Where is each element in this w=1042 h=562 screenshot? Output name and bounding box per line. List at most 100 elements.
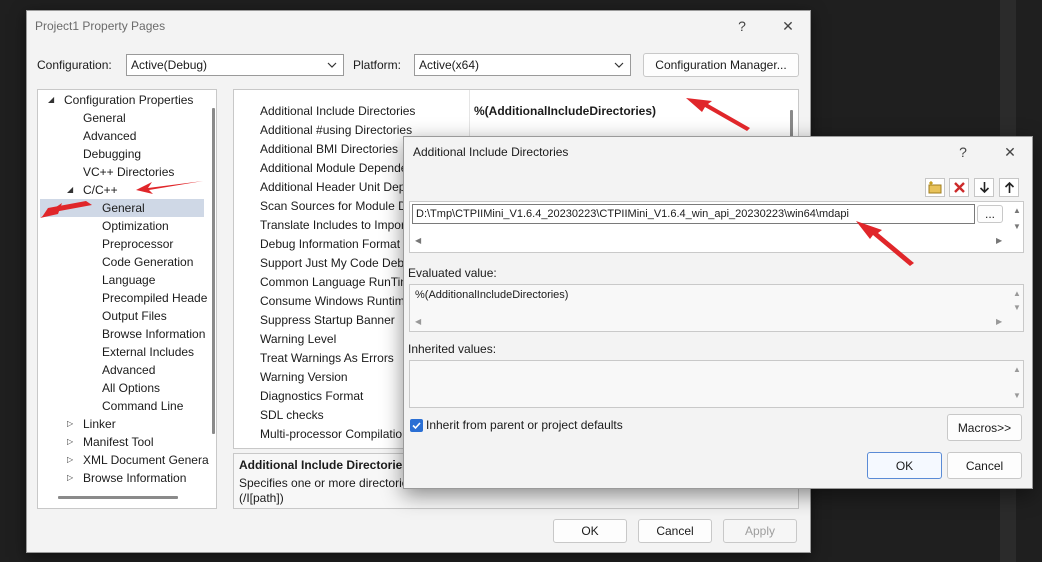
property-name: Scan Sources for Module De [260, 199, 414, 213]
tree-item-all-options[interactable]: All Options [102, 379, 160, 397]
tree-item-browse-information[interactable]: Browse Information [102, 325, 205, 343]
description-text: Specifies one or more directorie [239, 476, 409, 490]
close-button[interactable]: ✕ [777, 16, 799, 36]
tree-horizontal-scrollbar[interactable] [58, 496, 178, 499]
move-up-button[interactable] [999, 178, 1019, 197]
property-name: Warning Version [260, 370, 348, 384]
property-name: SDL checks [260, 408, 324, 422]
scroll-up-icon[interactable]: ▲ [1013, 365, 1021, 374]
inherit-checkbox[interactable] [410, 419, 423, 432]
dialog-title: Additional Include Directories [413, 145, 569, 159]
property-name: Diagnostics Format [260, 389, 364, 403]
arrow-down-icon [979, 182, 989, 194]
macros-button[interactable]: Macros>> [947, 414, 1022, 441]
collapsed-arrow-icon: ▷ [67, 473, 74, 482]
tree-item-cpp-general[interactable]: General [40, 199, 204, 217]
help-button[interactable]: ? [731, 16, 753, 36]
property-name: Additional Header Unit Dep [260, 180, 406, 194]
arrow-up-icon [1004, 181, 1014, 193]
configuration-label: Configuration: [37, 58, 112, 72]
scroll-right-icon[interactable]: ▶ [996, 236, 1002, 245]
inherited-values-box: ▲ ▼ [409, 360, 1024, 408]
browse-button[interactable]: ... [977, 205, 1003, 223]
tree-item-configuration-properties[interactable]: ◢ Configuration Properties [38, 91, 208, 109]
tree-item-xml-document-generator[interactable]: ▷ XML Document Genera [38, 451, 209, 469]
scroll-right-icon[interactable]: ▶ [996, 317, 1002, 326]
property-value[interactable]: %(AdditionalIncludeDirectories) [474, 102, 656, 121]
platform-value: Active(x64) [419, 58, 480, 72]
tree-item-precompiled-headers[interactable]: Precompiled Heade [102, 289, 207, 307]
platform-label: Platform: [353, 58, 402, 72]
dialog-close-button[interactable]: ✕ [999, 142, 1021, 162]
window-title: Project1 Property Pages [35, 19, 166, 33]
scroll-up-icon[interactable]: ▲ [1013, 289, 1021, 298]
chevron-down-icon [327, 62, 337, 68]
new-folder-icon [928, 181, 942, 194]
delete-line-button[interactable] [949, 178, 969, 197]
dialog-cancel-button[interactable]: Cancel [947, 452, 1022, 479]
cancel-button[interactable]: Cancel [638, 519, 712, 543]
property-name: Additional Module Depende [260, 161, 408, 175]
tree-item-preprocessor[interactable]: Preprocessor [102, 235, 173, 253]
tree-item-command-line[interactable]: Command Line [102, 397, 183, 415]
tree-item-code-generation[interactable]: Code Generation [102, 253, 193, 271]
tree-item-cpp[interactable]: ◢ C/C++ [38, 181, 208, 199]
tree-item-output-files[interactable]: Output Files [102, 307, 167, 325]
property-name: Support Just My Code Debu [260, 256, 411, 270]
tree-item-vc-directories[interactable]: VC++ Directories [83, 163, 174, 181]
expanded-arrow-icon: ◢ [67, 185, 74, 194]
dialog-ok-button[interactable]: OK [867, 452, 942, 479]
tree-item-external-includes[interactable]: External Includes [102, 343, 194, 361]
collapsed-arrow-icon: ▷ [67, 437, 74, 446]
scroll-down-icon[interactable]: ▼ [1013, 391, 1021, 400]
configuration-manager-button[interactable]: Configuration Manager... [643, 53, 799, 77]
apply-button[interactable]: Apply [723, 519, 797, 543]
scroll-down-icon[interactable]: ▼ [1013, 222, 1021, 231]
evaluated-value-label: Evaluated value: [408, 266, 497, 280]
property-name: Additional Include Directories [260, 104, 416, 118]
property-name: Consume Windows Runtim [260, 294, 405, 308]
new-line-button[interactable] [925, 178, 945, 197]
tree-item-browse-information-root[interactable]: ▷ Browse Information [38, 469, 208, 487]
directory-list: D:\Tmp\CTPIIMini_V1.6.4_20230223\CTPIIMi… [409, 201, 1024, 253]
scroll-left-icon[interactable]: ◀ [415, 236, 421, 245]
inherited-values-label: Inherited values: [408, 342, 497, 356]
property-name: Treat Warnings As Errors [260, 351, 394, 365]
tree-item-debugging[interactable]: Debugging [83, 145, 141, 163]
tree-item-general[interactable]: General [83, 109, 126, 127]
property-name: Translate Includes to Import [260, 218, 409, 232]
include-directories-dialog: Additional Include Directories ? ✕ D:\Tm… [403, 136, 1033, 489]
directory-entry[interactable]: D:\Tmp\CTPIIMini_V1.6.4_20230223\CTPIIMi… [412, 204, 975, 224]
property-row[interactable]: Additional Include Directories %(Addition… [252, 102, 772, 121]
category-tree: ◢ Configuration Properties General Advan… [37, 89, 217, 509]
tree-item-cpp-advanced[interactable]: Advanced [102, 361, 155, 379]
property-name: Common Language RunTin [260, 275, 407, 289]
chevron-down-icon [614, 62, 624, 68]
ok-button[interactable]: OK [553, 519, 627, 543]
property-name: Suppress Startup Banner [260, 313, 395, 327]
move-down-button[interactable] [974, 178, 994, 197]
tree-item-advanced[interactable]: Advanced [83, 127, 136, 145]
evaluated-value-box: %(AdditionalIncludeDirectories) ◀ ▶ ▲ ▼ [409, 284, 1024, 332]
evaluated-value-text: %(AdditionalIncludeDirectories) [415, 289, 569, 301]
tree-item-manifest-tool[interactable]: ▷ Manifest Tool [38, 433, 208, 451]
scroll-down-icon[interactable]: ▼ [1013, 303, 1021, 312]
tree-item-optimization[interactable]: Optimization [102, 217, 169, 235]
scroll-up-icon[interactable]: ▲ [1013, 206, 1021, 215]
expanded-arrow-icon: ◢ [48, 95, 55, 104]
scroll-left-icon[interactable]: ◀ [415, 317, 421, 326]
delete-icon [953, 182, 965, 193]
configuration-value: Active(Debug) [131, 58, 208, 72]
property-name: Additional #using Directories [260, 123, 413, 137]
property-name: Warning Level [260, 332, 337, 346]
tree-item-language[interactable]: Language [102, 271, 155, 289]
description-title: Additional Include Directories [239, 458, 410, 472]
configuration-dropdown[interactable]: Active(Debug) [126, 54, 344, 76]
checkmark-icon [412, 422, 421, 430]
tree-vertical-scrollbar[interactable] [212, 108, 215, 434]
inherit-checkbox-label[interactable]: Inherit from parent or project defaults [426, 418, 623, 432]
platform-dropdown[interactable]: Active(x64) [414, 54, 631, 76]
property-name: Debug Information Format [260, 237, 401, 251]
dialog-help-button[interactable]: ? [952, 142, 974, 162]
tree-item-linker[interactable]: ▷ Linker [38, 415, 208, 433]
